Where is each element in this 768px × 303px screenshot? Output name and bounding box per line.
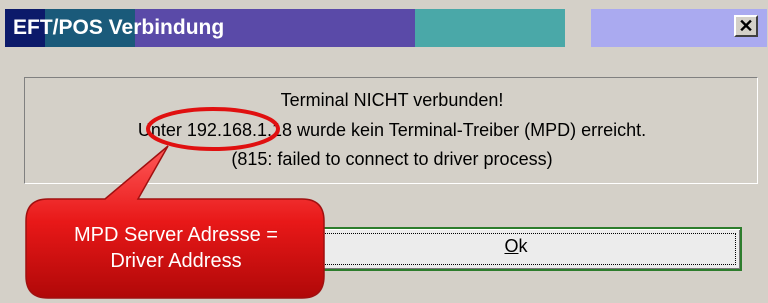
callout-line-2: Driver Address — [110, 250, 242, 272]
callout-text: MPD Server Adresse = Driver Address — [26, 222, 326, 274]
eft-pos-dialog: EFT/POS Verbindung ✕ Terminal NICHT verb… — [0, 0, 768, 303]
ip-highlight-ellipse — [146, 107, 280, 151]
callout-line-1: MPD Server Adresse = — [74, 224, 278, 246]
